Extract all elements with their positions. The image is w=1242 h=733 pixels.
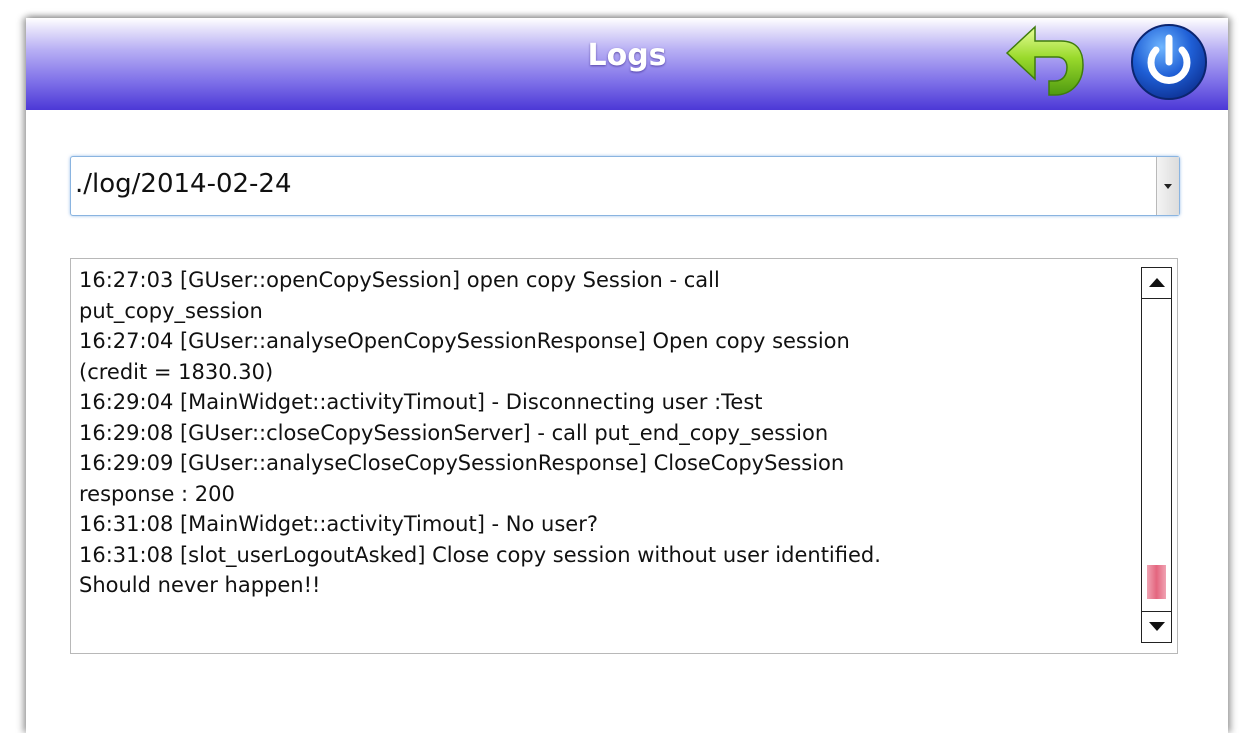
dropdown-button[interactable]	[1156, 157, 1179, 215]
log-line: 16:29:09 [GUser::analyseCloseCopySession…	[79, 451, 845, 475]
log-line: 16:29:08 [GUser::closeCopySessionServer]…	[79, 420, 829, 445]
log-line: 16:31:08 [slot_userLogoutAsked] Close co…	[79, 542, 881, 567]
power-icon	[1131, 24, 1207, 100]
arrow-down-icon	[1149, 622, 1165, 631]
scroll-down-button[interactable]	[1141, 611, 1172, 643]
back-button[interactable]	[1003, 23, 1087, 101]
log-viewer[interactable]: 16:27:03 [GUser::openCopySession] open c…	[70, 258, 1178, 654]
log-line: 16:27:04 [GUser::analyseOpenCopySessionR…	[79, 329, 850, 353]
power-button[interactable]	[1129, 22, 1209, 102]
log-line: (credit = 1830.30)	[79, 359, 274, 384]
log-line: response : 200	[79, 481, 235, 506]
log-line: 16:29:04 [MainWidget::activityTimout] - …	[79, 390, 763, 414]
vertical-scrollbar[interactable]	[1137, 259, 1177, 653]
log-file-select[interactable]: ./log/2014-02-24	[70, 156, 1180, 216]
scroll-up-button[interactable]	[1141, 267, 1172, 299]
arrow-up-icon	[1149, 278, 1165, 287]
scroll-track[interactable]	[1141, 299, 1172, 611]
title-bar: Logs	[26, 18, 1228, 110]
log-text: 16:27:03 [GUser::openCopySession] open c…	[79, 265, 1135, 601]
chevron-down-icon	[1164, 184, 1172, 189]
log-line: put_copy_session	[79, 298, 263, 323]
log-line: 16:27:03 [GUser::openCopySession] open c…	[79, 268, 720, 292]
log-line: Should never happen!!	[79, 573, 321, 597]
back-arrow-icon	[1005, 25, 1084, 96]
log-line: 16:31:08 [MainWidget::activityTimout] - …	[79, 512, 598, 536]
scroll-thumb[interactable]	[1147, 565, 1166, 599]
log-file-select-value: ./log/2014-02-24	[75, 169, 292, 199]
logs-window: Logs ./log/2014-02-24 16:27:03 [GUser::o…	[26, 18, 1228, 733]
